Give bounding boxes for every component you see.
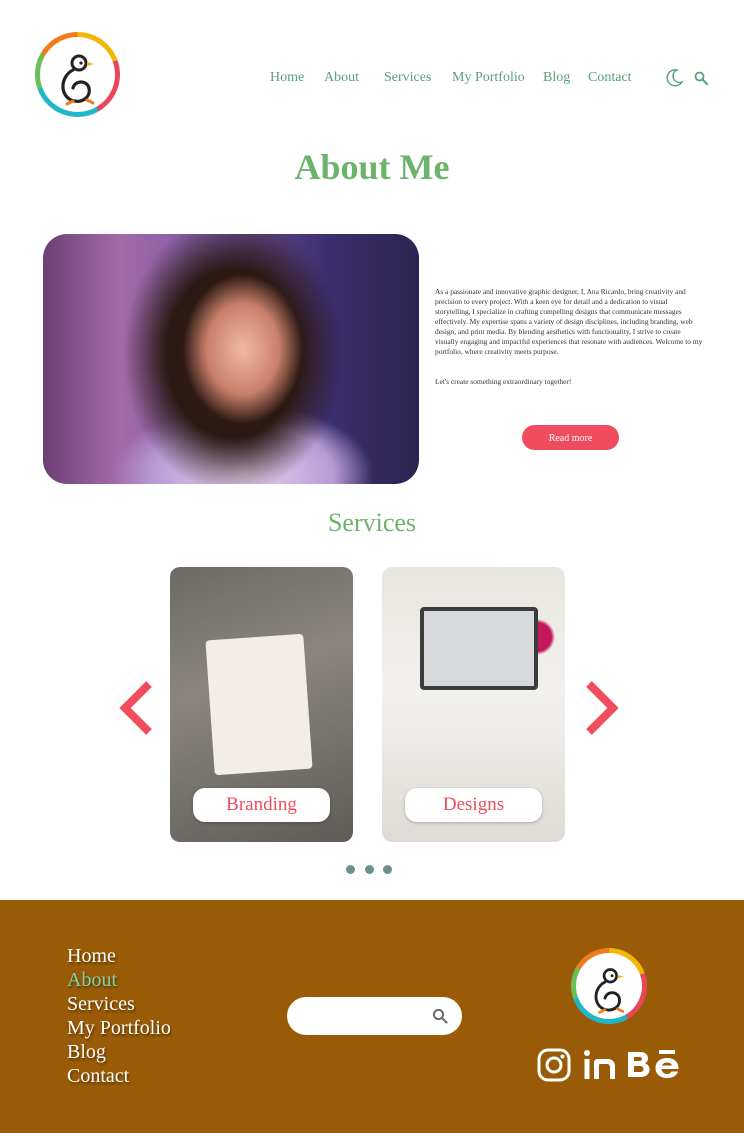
profile-photo <box>43 234 419 484</box>
nav-portfolio[interactable]: My Portfolio <box>452 70 525 86</box>
linkedin-icon[interactable] <box>582 1048 618 1082</box>
bio-text: As a passionate and innovative graphic d… <box>435 287 703 356</box>
service-card-label[interactable]: Branding <box>193 788 330 822</box>
footer-link-contact[interactable]: Contact <box>67 1065 129 1088</box>
footer-link-blog[interactable]: Blog <box>67 1041 106 1064</box>
carousel-dot[interactable] <box>383 865 392 874</box>
search-icon[interactable] <box>432 1008 448 1024</box>
services-title: Services <box>327 508 417 537</box>
moon-icon[interactable] <box>664 68 684 88</box>
main-nav: Home About Services My Portfolio Blog Co… <box>0 70 744 90</box>
nav-blog[interactable]: Blog <box>543 70 570 86</box>
behance-icon[interactable] <box>626 1046 682 1082</box>
chevron-left-icon[interactable] <box>117 680 155 736</box>
footer-link-portfolio[interactable]: My Portfolio <box>67 1017 171 1040</box>
penguin-logo-icon <box>594 968 625 1014</box>
footer-link-about[interactable]: About <box>67 969 117 992</box>
service-card-label[interactable]: Designs <box>405 788 542 822</box>
nav-about[interactable]: About <box>324 70 359 86</box>
footer-logo[interactable] <box>571 948 647 1024</box>
designs-image <box>420 607 538 690</box>
bio-cta-text: Let's create something extraordinary tog… <box>435 377 572 386</box>
service-card-branding[interactable]: Branding <box>170 567 353 842</box>
nav-contact[interactable]: Contact <box>588 70 632 86</box>
nav-home[interactable]: Home <box>270 70 304 86</box>
footer-link-services[interactable]: Services <box>67 993 135 1016</box>
footer-link-home[interactable]: Home <box>67 945 116 968</box>
search-icon[interactable] <box>694 71 708 85</box>
read-more-button[interactable]: Read more <box>522 425 619 450</box>
carousel-dot[interactable] <box>365 865 374 874</box>
nav-services[interactable]: Services <box>384 70 431 86</box>
service-card-designs[interactable]: Designs <box>382 567 565 842</box>
chevron-right-icon[interactable] <box>583 680 621 736</box>
page-title: About Me <box>294 147 450 187</box>
carousel-dot[interactable] <box>346 865 355 874</box>
branding-image <box>205 633 313 776</box>
instagram-icon[interactable] <box>537 1048 571 1082</box>
